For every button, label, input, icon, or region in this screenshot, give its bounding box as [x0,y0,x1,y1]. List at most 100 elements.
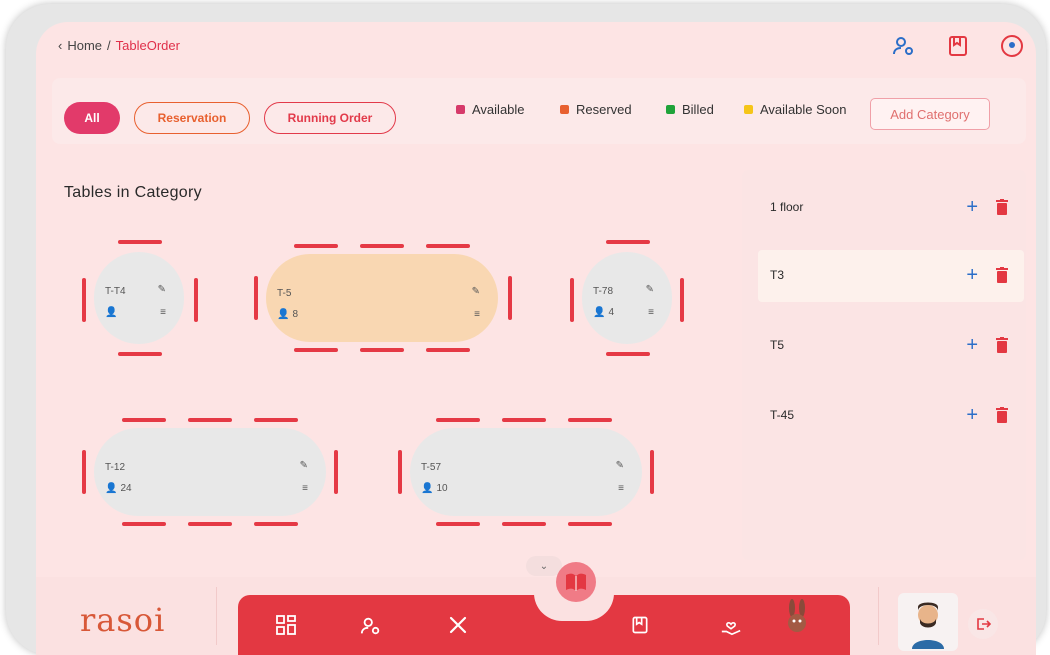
chair [508,276,512,320]
avatar[interactable] [898,593,958,651]
book-icon[interactable] [630,615,650,640]
chair [82,450,86,494]
table-name: T-78 [593,286,614,297]
edit-icon[interactable]: ✎ [472,286,480,297]
seat-count: 4 [608,307,615,318]
category-item[interactable]: T-45 + [758,390,1024,442]
legend-label: Reserved [576,102,632,117]
location-icon[interactable] [1000,34,1024,63]
trash-icon[interactable] [996,199,1008,218]
notes-icon[interactable]: ≡ [302,483,308,494]
app-screen: ‹ Home / TableOrder All Reservation Runn… [36,22,1036,655]
trash-icon[interactable] [996,337,1008,356]
table-card[interactable]: T-12 👤 24 ✎ ≡ [94,428,326,516]
chair [570,278,574,322]
notes-icon[interactable]: ≡ [474,309,480,320]
back-icon[interactable]: ‹ [58,38,62,53]
chair [254,522,298,526]
chair [294,348,338,352]
chair [650,450,654,494]
table-seats: 👤 8 [277,309,298,320]
plus-icon[interactable]: + [966,404,978,427]
legend-swatch [666,105,675,114]
legend-available-soon: Available Soon [744,102,847,117]
menu-book-icon[interactable] [556,562,596,602]
chair [436,522,480,526]
category-item[interactable]: 1 floor + [758,182,1024,234]
notes-icon[interactable]: ≡ [648,307,654,318]
chair [334,450,338,494]
legend-swatch [560,105,569,114]
chair [568,522,612,526]
rasoi-logo: rasoi [80,601,166,639]
chair [606,240,650,244]
plus-icon[interactable]: + [966,334,978,357]
breadcrumb-home[interactable]: Home [67,38,102,53]
edit-icon[interactable]: ✎ [158,284,166,295]
user-settings-icon[interactable] [892,34,916,63]
bottom-nav [238,593,850,655]
person-icon: 👤 [105,483,118,494]
category-item[interactable]: T3 + [758,250,1024,302]
category-item[interactable]: T5 + [758,320,1024,372]
table-card[interactable]: T-57 👤 10 ✎ ≡ [410,428,642,516]
table-name: T-12 [105,462,126,473]
person-icon: 👤 [277,309,290,320]
chair [194,278,198,322]
chair [502,418,546,422]
chair [568,418,612,422]
add-category-button[interactable]: Add Category [870,98,990,130]
dashboard-icon[interactable] [276,615,296,640]
table-seats: 👤 10 [421,483,448,494]
seat-count: 8 [292,309,299,320]
legend-billed: Billed [666,102,714,117]
category-label: T3 [770,268,785,282]
bottom-bar: rasoi [36,577,1036,655]
chair [122,418,166,422]
category-label: T5 [770,338,785,352]
table-name: T-5 [277,288,292,299]
logout-icon[interactable] [968,609,998,639]
tables-title: Tables in Category [64,184,202,201]
divider [878,587,879,645]
category-label: T-45 [770,408,795,422]
person-icon: 👤 [421,483,434,494]
top-bar: ‹ Home / TableOrder [36,22,1036,74]
book-icon[interactable] [946,34,970,63]
legend-reserved: Reserved [560,102,632,117]
table-card[interactable]: T-5 👤 8 ✎ ≡ [266,254,498,342]
trash-icon[interactable] [996,267,1008,286]
plus-icon[interactable]: + [966,264,978,287]
edit-icon[interactable]: ✎ [616,460,624,471]
breadcrumb-current: TableOrder [115,38,180,53]
divider [216,587,217,645]
chair [118,240,162,244]
mascot-icon[interactable] [784,599,810,640]
top-icons [892,34,1024,63]
legend-swatch [456,105,465,114]
chair [360,348,404,352]
cutlery-icon[interactable] [448,615,468,640]
notes-icon[interactable]: ≡ [160,307,166,318]
edit-icon[interactable]: ✎ [300,460,308,471]
trash-icon[interactable] [996,407,1008,426]
legend-label: Billed [682,102,714,117]
table-card[interactable]: T-78 👤 4 ✎ ≡ [582,252,672,344]
filter-all-button[interactable]: All [64,102,120,134]
user-settings-icon[interactable] [360,615,382,642]
filter-reservation-button[interactable]: Reservation [134,102,250,134]
chair [82,278,86,322]
plus-icon[interactable]: + [966,196,978,219]
table-seats: 👤 [105,307,120,318]
chevron-down-icon[interactable]: ⌄ [526,556,562,576]
category-panel: 1 floor + T3 + T5 + T-45 + [742,170,1026,560]
filter-running-order-button[interactable]: Running Order [264,102,396,134]
legend-label: Available Soon [760,102,847,117]
edit-icon[interactable]: ✎ [646,284,654,295]
legend-available: Available [456,102,525,117]
notes-icon[interactable]: ≡ [618,483,624,494]
chair [122,522,166,526]
table-seats: 👤 4 [593,307,614,318]
table-card[interactable]: T-T4 👤 ✎ ≡ [94,252,184,344]
hand-heart-icon[interactable] [720,615,742,642]
